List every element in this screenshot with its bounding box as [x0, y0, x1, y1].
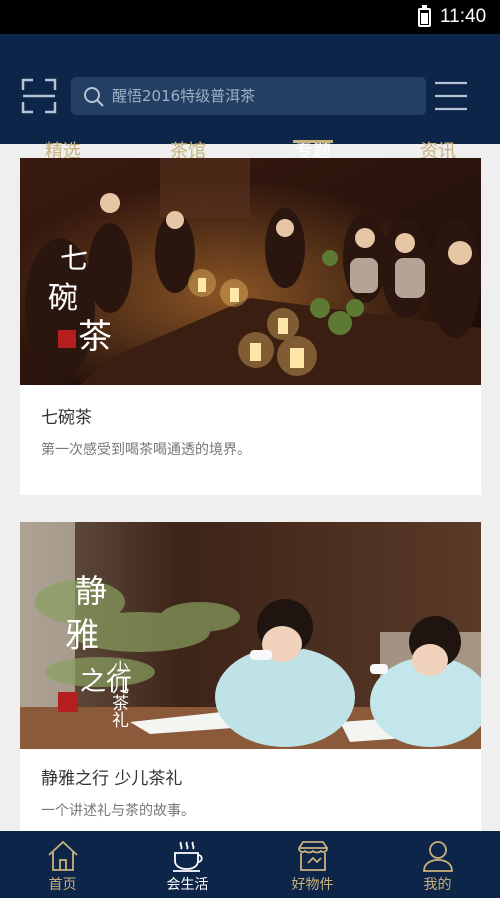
menu-icon[interactable] [434, 80, 468, 112]
nav-item-mine[interactable]: 我的 [375, 831, 500, 898]
nav-label: 好物件 [291, 877, 334, 893]
header: 醒悟2016特级普洱茶 精选 茶馆 专题 资讯 [0, 34, 500, 162]
status-time: 11:40 [440, 6, 487, 27]
nav-label: 首页 [48, 877, 77, 893]
topic-card[interactable]: 七 碗 茶 七碗茶 第一次感受到喝茶喝通透的境界。 [20, 158, 481, 495]
image-calligraphy-2: 雅 [65, 616, 99, 656]
tab-active-indicator [293, 140, 333, 143]
topic-card-description: 一个讲述礼与茶的故事。 [41, 803, 195, 819]
image-calligraphy-2: 碗 [48, 281, 78, 316]
nav-label: 会生活 [166, 877, 209, 893]
nav-item-goods[interactable]: 好物件 [250, 831, 375, 898]
image-calligraphy-sub: 少儿茶礼 [108, 660, 129, 728]
bottom-nav: 首页 会生活 好物件 我的 [0, 831, 500, 898]
topic-list[interactable]: 七 碗 茶 七碗茶 第一次感受到喝茶喝通透的境界。 静 雅 之行 少儿茶礼 静雅… [0, 144, 500, 831]
scan-icon[interactable] [21, 78, 57, 114]
tea-cup-icon [173, 841, 203, 872]
topic-card-description: 第一次感受到喝茶喝通透的境界。 [41, 442, 251, 458]
status-bar: 11:40 [0, 0, 500, 34]
battery-icon [418, 5, 431, 27]
user-icon [423, 841, 453, 872]
search-icon [84, 87, 104, 107]
nav-item-life[interactable]: 会生活 [125, 831, 250, 898]
topic-card-image: 静 雅 之行 少儿茶礼 [20, 522, 481, 749]
topic-card-title: 静雅之行 少儿茶礼 [41, 769, 183, 789]
home-icon [48, 840, 78, 871]
image-calligraphy-3: 茶 [78, 317, 112, 357]
topic-card-image: 七 碗 茶 [20, 158, 481, 385]
search-placeholder: 醒悟2016特级普洱茶 [112, 87, 256, 105]
search-input[interactable]: 醒悟2016特级普洱茶 [71, 77, 426, 115]
image-calligraphy-1: 静 [75, 572, 107, 610]
image-calligraphy-1: 七 [60, 242, 88, 275]
nav-label: 我的 [423, 877, 452, 893]
nav-item-home[interactable]: 首页 [0, 831, 125, 898]
topic-card[interactable]: 静 雅 之行 少儿茶礼 静雅之行 少儿茶礼 一个讲述礼与茶的故事。 [20, 522, 481, 831]
topic-card-title: 七碗茶 [41, 408, 92, 428]
shop-icon [298, 841, 328, 871]
